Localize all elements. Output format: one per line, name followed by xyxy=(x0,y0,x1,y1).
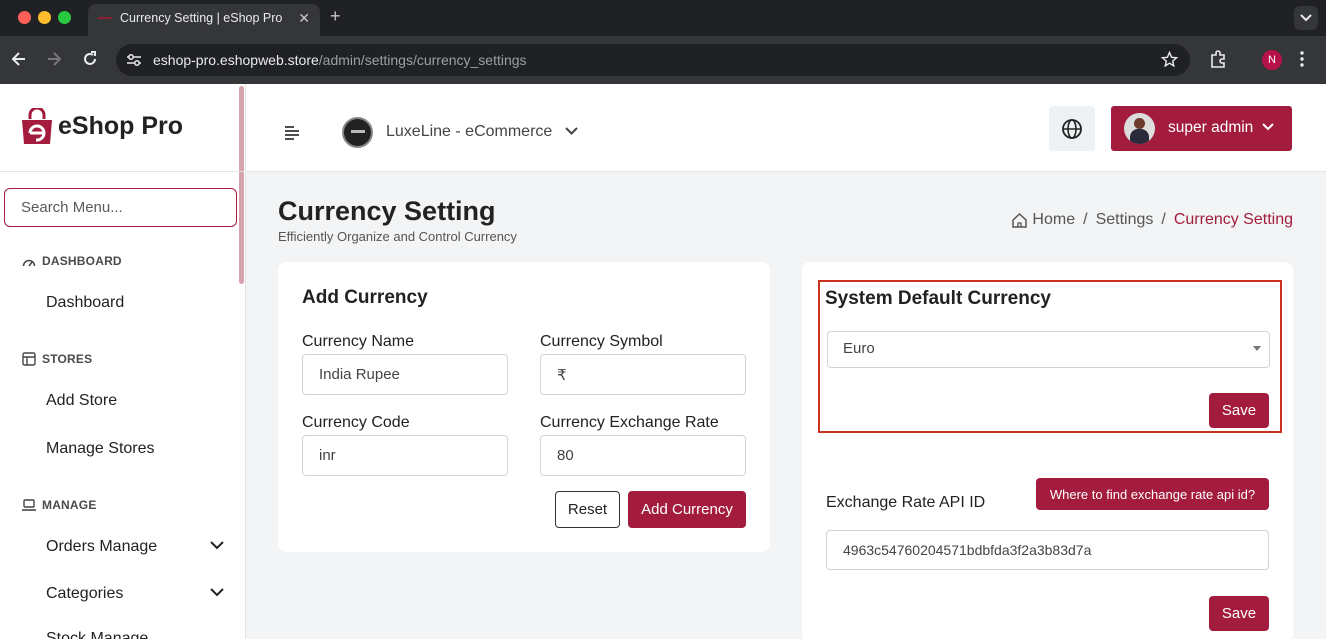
api-id-input[interactable] xyxy=(826,530,1269,570)
section-heading: MANAGE xyxy=(42,498,97,512)
close-tab-icon[interactable]: ✕ xyxy=(298,10,310,27)
add-currency-title: Add Currency xyxy=(302,287,428,308)
page-title: Currency Setting xyxy=(278,196,496,226)
breadcrumb-home[interactable]: Home xyxy=(1032,211,1075,229)
store-selector[interactable]: LuxeLine - eCommerce xyxy=(386,123,552,141)
exchange-rate-label: Currency Exchange Rate xyxy=(540,414,719,431)
extensions-icon[interactable] xyxy=(1209,50,1227,68)
breadcrumb-separator: / xyxy=(1083,211,1088,228)
breadcrumb-current: Currency Setting xyxy=(1173,211,1293,228)
top-header: LuxeLine - eCommerce super admin xyxy=(246,84,1326,172)
breadcrumb-separator: / xyxy=(1161,211,1166,228)
favicon-icon xyxy=(98,17,112,23)
chevron-down-icon xyxy=(1300,14,1312,22)
sidebar-divider xyxy=(0,171,244,172)
chevron-down-icon xyxy=(1262,123,1274,131)
currency-symbol-label: Currency Symbol xyxy=(540,333,663,350)
section-heading: STORES xyxy=(42,352,93,366)
forward-arrow-icon[interactable] xyxy=(45,50,63,68)
sidebar-scrollbar[interactable] xyxy=(239,86,244,284)
language-button[interactable] xyxy=(1049,106,1095,151)
browser-tab-bar: Currency Setting | eShop Pro ✕ + xyxy=(0,0,1326,36)
bookmark-star-icon[interactable] xyxy=(1161,51,1178,68)
admin-menu-button[interactable]: super admin xyxy=(1111,106,1292,151)
system-currency-card: System Default Currency Euro Save Exchan… xyxy=(802,262,1293,639)
highlight-box: System Default Currency Euro Save xyxy=(818,280,1282,433)
profile-avatar[interactable]: N xyxy=(1262,50,1282,70)
currency-code-input[interactable] xyxy=(302,435,508,476)
reset-button[interactable]: Reset xyxy=(555,491,620,528)
brand-logo-icon xyxy=(22,108,52,144)
add-currency-button[interactable]: Add Currency xyxy=(628,491,746,528)
api-help-button[interactable]: Where to find exchange rate api id? xyxy=(1036,478,1269,510)
admin-name: super admin xyxy=(1168,119,1254,136)
chevron-down-icon[interactable] xyxy=(565,127,578,135)
system-currency-title: System Default Currency xyxy=(825,288,1051,309)
store-grid-icon xyxy=(22,352,36,366)
globe-icon xyxy=(1062,119,1082,139)
sidebar-item-orders-manage[interactable]: Orders Manage xyxy=(46,538,226,556)
sidebar-item-categories[interactable]: Categories xyxy=(46,585,226,603)
minimize-window-button[interactable] xyxy=(38,11,51,24)
save-api-id-button[interactable]: Save xyxy=(1209,596,1269,631)
chevron-down-icon xyxy=(210,588,224,597)
browser-tab[interactable]: Currency Setting | eShop Pro ✕ xyxy=(88,4,320,36)
address-bar[interactable]: eshop-pro.eshopweb.store/admin/settings/… xyxy=(116,44,1190,76)
caret-down-icon xyxy=(1253,346,1261,351)
reload-icon[interactable] xyxy=(81,50,99,68)
menu-toggle-icon[interactable] xyxy=(284,126,300,140)
sidebar-item-stock-manage[interactable]: Stock Manage xyxy=(46,630,226,639)
maximize-window-button[interactable] xyxy=(58,11,71,24)
page-subtitle: Efficiently Organize and Control Currenc… xyxy=(278,229,517,244)
avatar xyxy=(1124,113,1155,144)
browser-menu-icon[interactable] xyxy=(1300,50,1304,68)
laptop-icon xyxy=(22,499,36,511)
breadcrumb-settings[interactable]: Settings xyxy=(1096,211,1154,229)
exchange-rate-input[interactable] xyxy=(540,435,746,476)
brand-name: eShop Pro xyxy=(58,112,184,140)
default-currency-select[interactable]: Euro xyxy=(827,331,1270,368)
api-id-label: Exchange Rate API ID xyxy=(826,494,986,511)
store-logo xyxy=(342,117,373,148)
sidebar: eShop Pro DASHBOARD Dashboard STORES Add… xyxy=(0,84,246,639)
sidebar-item-add-store[interactable]: Add Store xyxy=(46,392,226,410)
add-currency-card: Add Currency Currency Name Currency Symb… xyxy=(278,262,770,552)
sidebar-item-dashboard[interactable]: Dashboard xyxy=(46,294,226,312)
chevron-down-icon xyxy=(210,541,224,550)
speedometer-icon xyxy=(22,259,36,267)
site-settings-icon[interactable] xyxy=(126,53,142,67)
currency-name-label: Currency Name xyxy=(302,333,415,350)
selected-currency: Euro xyxy=(843,340,875,357)
breadcrumb: Home / Settings / Currency Setting xyxy=(1011,211,1293,229)
browser-toolbar: eshop-pro.eshopweb.store/admin/settings/… xyxy=(0,36,1326,84)
currency-symbol-input[interactable] xyxy=(540,354,746,395)
search-menu-input[interactable] xyxy=(4,188,237,227)
tab-title: Currency Setting | eShop Pro xyxy=(120,11,283,25)
url-text: eshop-pro.eshopweb.store/admin/settings/… xyxy=(153,52,527,68)
sidebar-item-manage-stores[interactable]: Manage Stores xyxy=(46,440,226,458)
section-dashboard: DASHBOARD xyxy=(22,254,122,268)
currency-code-label: Currency Code xyxy=(302,414,410,431)
tab-search-button[interactable] xyxy=(1294,6,1318,30)
new-tab-icon[interactable]: + xyxy=(330,6,341,27)
close-window-button[interactable] xyxy=(18,11,31,24)
section-stores: STORES xyxy=(22,352,92,366)
back-arrow-icon[interactable] xyxy=(10,50,28,68)
currency-name-input[interactable] xyxy=(302,354,508,395)
home-icon[interactable] xyxy=(1011,212,1028,228)
section-manage: MANAGE xyxy=(22,498,97,512)
section-heading: DASHBOARD xyxy=(42,254,122,268)
save-default-currency-button[interactable]: Save xyxy=(1209,393,1269,428)
